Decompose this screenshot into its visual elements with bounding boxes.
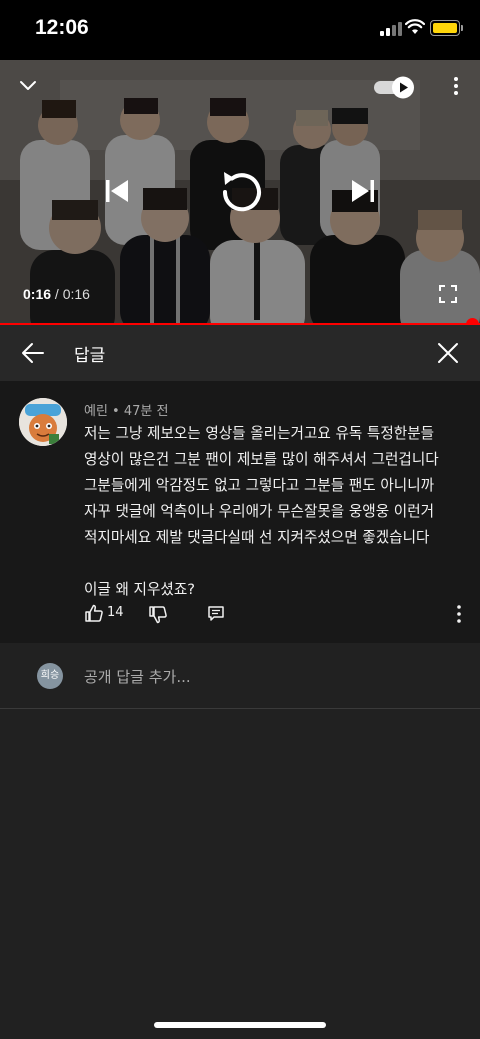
comment-line: [84, 551, 469, 577]
more-vert-icon[interactable]: [452, 603, 466, 625]
reply-comment-icon[interactable]: [207, 605, 225, 623]
time-separator: /: [51, 286, 63, 302]
progress-scrubber[interactable]: [466, 318, 479, 325]
status-bar: 12:06: [0, 0, 480, 60]
battery-cap: [461, 25, 463, 31]
thumbs-down-icon[interactable]: [148, 605, 168, 625]
comment-time: 47분 전: [123, 404, 169, 419]
more-vert-icon[interactable]: [448, 74, 464, 98]
battery-icon: [430, 20, 460, 36]
comment-actions: 14: [0, 601, 480, 631]
comment-line: 적지마세요 제발 댓글다실때 선 지켜주셨으면 좋겠습니다: [84, 529, 430, 546]
video-player[interactable]: 0:16 / 0:16: [0, 60, 480, 325]
comment-line: 그분들에게 악감정도 없고 그렇다고 그분들 팬도 아니니까: [84, 477, 435, 494]
elapsed-time: 0:16: [23, 286, 52, 302]
comment-line: 저는 그냥 제보오는 영상들 올리는거고요 유독 특정한분들: [84, 425, 435, 442]
comment-line: 자꾸 댓글에 억측이나 우리애가 무슨잘못을 웅앵웅 이런거: [84, 503, 435, 520]
comment-line: 이글 왜 지우셨죠?: [84, 581, 196, 598]
wifi-icon: [405, 19, 425, 34]
comment: 예린 • 47분 전 저는 그냥 제보오는 영상들 올리는거고요 유독 특정한분…: [0, 381, 480, 643]
fullscreen-icon[interactable]: [438, 284, 458, 304]
duration-time: 0:16: [62, 286, 90, 302]
time-display: 0:16 / 0:16: [23, 286, 90, 302]
reply-panel-title: 답글: [74, 346, 106, 366]
skip-next-icon[interactable]: [348, 176, 378, 206]
thumbs-up-icon[interactable]: [84, 603, 104, 623]
replay-icon[interactable]: [212, 164, 268, 220]
comment-line: 영상이 많은건 그분 팬이 제보를 많이 해주셔서 그런겁니다: [84, 451, 439, 468]
avatar: 희승: [37, 663, 63, 689]
add-reply-row[interactable]: 희승 공개 답글 추가...: [0, 643, 480, 709]
skip-previous-icon[interactable]: [102, 176, 132, 206]
close-icon[interactable]: [437, 342, 459, 364]
chevron-down-icon[interactable]: [16, 76, 40, 96]
reply-panel-header: 답글: [0, 325, 480, 381]
comment-author[interactable]: 예린: [84, 404, 108, 419]
avatar[interactable]: [19, 398, 67, 446]
reply-input[interactable]: 공개 답글 추가...: [84, 666, 191, 687]
autoplay-toggle-icon[interactable]: [372, 75, 416, 99]
cellular-signal-icon: [380, 22, 402, 36]
comment-meta: 예린 • 47분 전: [84, 400, 168, 419]
like-count: 14: [107, 605, 124, 620]
comment-body: 저는 그냥 제보오는 영상들 올리는거고요 유독 특정한분들 영상이 많은건 그…: [84, 421, 469, 603]
arrow-back-icon[interactable]: [20, 341, 46, 365]
meta-separator: •: [107, 404, 124, 419]
home-indicator[interactable]: [154, 1022, 326, 1028]
status-time: 12:06: [35, 16, 89, 39]
